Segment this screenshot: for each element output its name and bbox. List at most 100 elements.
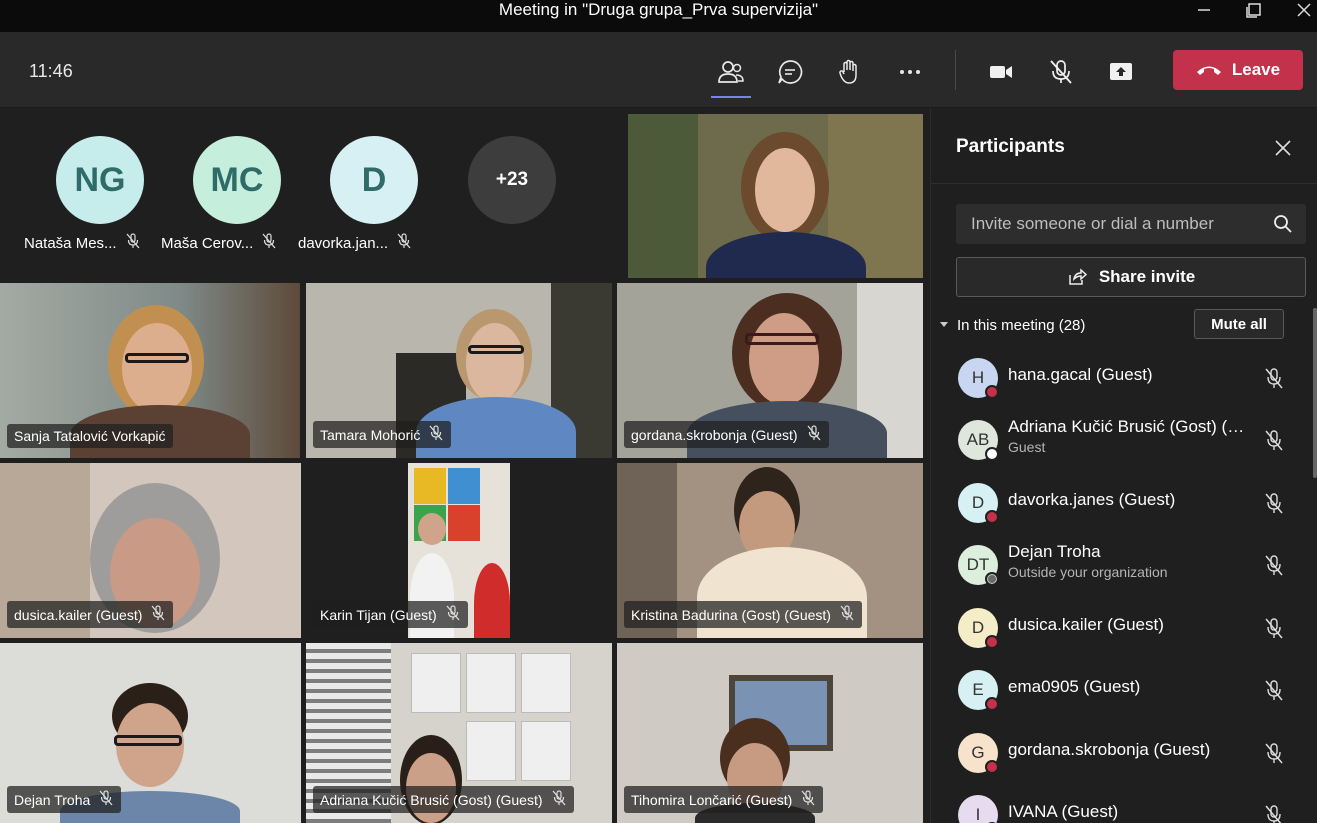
share-screen-button[interactable] xyxy=(1101,52,1141,92)
video-tile[interactable]: Dejan Troha xyxy=(0,643,301,823)
camera-button[interactable] xyxy=(981,52,1021,92)
overflow-participants[interactable]: +23 xyxy=(454,136,584,224)
microphone-button[interactable] xyxy=(1041,52,1081,92)
participant-name: davorka.janes (Guest) xyxy=(1008,490,1176,509)
participant-name: ema0905 (Guest) xyxy=(1008,677,1141,696)
title-bar: Meeting in "Druga grupa_Prva supervizija… xyxy=(0,0,1317,32)
avatar-strip: NG Nataša Mes... MC Maša Cerov... D davo… xyxy=(0,108,620,278)
participant-row[interactable]: Ddavorka.janes (Guest) xyxy=(956,477,1306,533)
self-video-tile[interactable] xyxy=(628,114,923,278)
presence-status-icon xyxy=(985,385,999,399)
participant-name: dusica.kailer (Guest) xyxy=(14,606,143,623)
strip-participant[interactable]: NG Nataša Mes... xyxy=(24,136,172,252)
mic-off-icon[interactable] xyxy=(1263,742,1285,764)
close-window-button[interactable] xyxy=(1284,0,1317,20)
search-icon[interactable] xyxy=(1273,214,1293,234)
strip-participant-name: Nataša Mes... xyxy=(24,233,154,253)
mic-off-icon[interactable] xyxy=(1263,679,1285,701)
video-tile[interactable]: Adriana Kučić Brusić (Gost) (Guest) xyxy=(306,643,612,823)
close-icon xyxy=(1297,3,1311,17)
participant-subtitle: Guest xyxy=(1008,439,1046,455)
close-panel-button[interactable] xyxy=(1271,136,1295,160)
maximize-button[interactable] xyxy=(1234,0,1274,20)
participant-row[interactable]: Ddusica.kailer (Guest) xyxy=(956,602,1306,658)
mic-off-icon[interactable] xyxy=(1263,367,1285,389)
participant-name: Tamara Mohorić xyxy=(320,426,421,443)
participants-panel: Participants Share invite In this meetin… xyxy=(930,108,1317,823)
presence-status-icon xyxy=(985,697,999,711)
mic-off-icon xyxy=(261,233,277,253)
show-participants-button[interactable] xyxy=(711,52,751,98)
leave-label: Leave xyxy=(1231,60,1281,79)
overflow-count-badge: +23 xyxy=(468,136,556,224)
participant-name: Adriana Kučić Brusić (Gost) (G... xyxy=(1008,417,1253,436)
chat-button[interactable] xyxy=(770,52,810,92)
meeting-toolbar: 11:46 Leave xyxy=(0,32,1317,108)
hand-icon xyxy=(839,59,857,84)
video-tile[interactable]: Tihomira Lončarić (Guest) xyxy=(617,643,923,823)
participant-row[interactable]: I IVANA (Guest) xyxy=(956,789,1306,823)
section-label: In this meeting (28) xyxy=(957,317,1086,334)
avatar: NG xyxy=(56,136,144,224)
video-tile[interactable]: Kristina Badurina (Gost) (Guest) xyxy=(617,463,923,638)
participant-row[interactable]: Eema0905 (Guest) xyxy=(956,664,1306,720)
mic-off-icon[interactable] xyxy=(1263,804,1285,823)
minimize-button[interactable] xyxy=(1184,0,1224,20)
maximize-icon xyxy=(1246,3,1261,18)
participant-row[interactable]: AB Adriana Kučić Brusić (Gost) (G... Guest xyxy=(956,414,1306,470)
participant-name: Kristina Badurina (Gost) (Guest) xyxy=(631,606,831,623)
participant-name: Tihomira Lončarić (Guest) xyxy=(631,791,793,808)
participant-name: Dejan Troha xyxy=(14,791,91,808)
share-icon xyxy=(1069,268,1087,285)
video-tile[interactable]: Sanja Tatalović Vorkapić xyxy=(0,283,300,458)
participant-name-tag: Karin Tijan (Guest) xyxy=(313,601,468,628)
participant-name: Maša Cerov... xyxy=(161,234,254,252)
mic-off-icon xyxy=(806,425,822,444)
mic-off-icon[interactable] xyxy=(1263,492,1285,514)
raise-hand-button[interactable] xyxy=(830,52,870,92)
participant-name-tag: Sanja Tatalović Vorkapić xyxy=(7,424,173,448)
scrollbar[interactable] xyxy=(1313,308,1317,478)
mute-all-button[interactable]: Mute all xyxy=(1194,309,1284,339)
participant-name-tag: Kristina Badurina (Gost) (Guest) xyxy=(624,601,862,628)
video-tile[interactable]: Tamara Mohorić xyxy=(306,283,612,458)
chat-icon xyxy=(778,60,803,84)
mic-off-icon[interactable] xyxy=(1263,617,1285,639)
video-tile[interactable]: gordana.skrobonja (Guest) xyxy=(617,283,923,458)
video-tile[interactable]: dusica.kailer (Guest) xyxy=(0,463,301,638)
video-tile[interactable]: Karin Tijan (Guest) xyxy=(306,463,612,638)
invite-search-input[interactable] xyxy=(956,204,1306,244)
strip-participant-name: Maša Cerov... xyxy=(161,233,291,253)
participant-row[interactable]: Ggordana.skrobonja (Guest) xyxy=(956,727,1306,783)
share-invite-button[interactable]: Share invite xyxy=(956,257,1306,297)
share-invite-label: Share invite xyxy=(1098,267,1196,286)
share-screen-icon xyxy=(1110,63,1132,80)
participant-name: Nataša Mes... xyxy=(24,234,117,252)
participant-row[interactable]: DT Dejan Troha Outside your organization xyxy=(956,539,1306,595)
presence-status-icon xyxy=(985,635,999,649)
participant-name: Adriana Kučić Brusić (Gost) (Guest) xyxy=(320,791,543,808)
participant-name-tag: gordana.skrobonja (Guest) xyxy=(624,421,829,448)
strip-participant[interactable]: D davorka.jan... xyxy=(298,136,446,252)
in-meeting-section[interactable]: In this meeting (28) Mute all xyxy=(940,309,1300,341)
participant-name: hana.gacal (Guest) xyxy=(1008,365,1153,384)
presence-status-icon xyxy=(985,447,999,461)
meeting-timer: 11:46 xyxy=(29,61,73,81)
avatar: MC xyxy=(193,136,281,224)
mic-off-icon[interactable] xyxy=(1263,429,1285,451)
participant-name: Dejan Troha xyxy=(1008,542,1101,561)
chevron-down-icon[interactable] xyxy=(940,322,948,327)
mic-off-icon xyxy=(125,233,141,253)
mic-off-icon xyxy=(98,790,114,809)
minimize-icon xyxy=(1198,9,1210,11)
video-camera-icon xyxy=(990,66,1012,78)
participant-name: gordana.skrobonja (Guest) xyxy=(1008,740,1211,759)
leave-button[interactable]: Leave xyxy=(1173,50,1303,90)
more-actions-button[interactable] xyxy=(890,52,930,92)
avatar: D xyxy=(330,136,418,224)
mic-off-icon[interactable] xyxy=(1263,554,1285,576)
mic-off-icon xyxy=(396,233,412,253)
participant-row[interactable]: Hhana.gacal (Guest) xyxy=(956,352,1306,408)
strip-participant[interactable]: MC Maša Cerov... xyxy=(161,136,309,252)
participant-name: IVANA (Guest) xyxy=(1008,802,1119,821)
